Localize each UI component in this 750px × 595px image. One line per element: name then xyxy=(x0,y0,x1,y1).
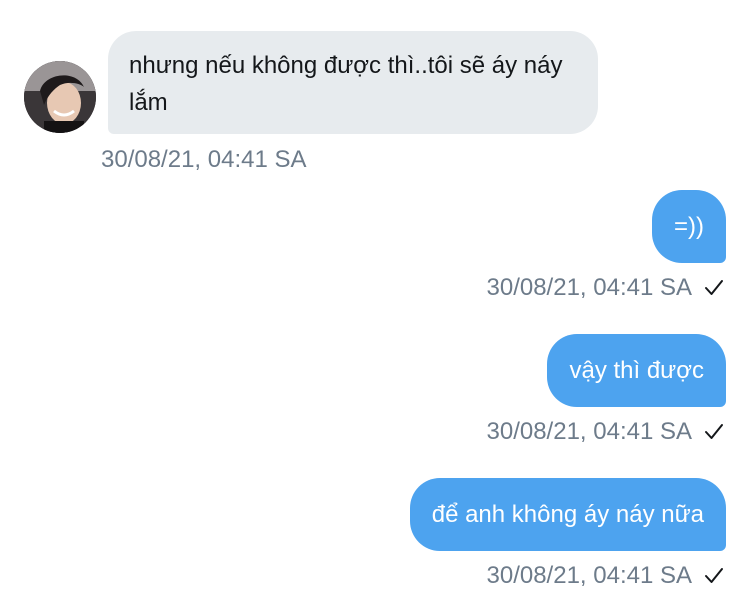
avatar-photo-icon xyxy=(24,61,96,133)
sender-avatar[interactable] xyxy=(24,61,96,133)
outgoing-message-text: để anh không áy náy nữa xyxy=(431,501,704,528)
outgoing-message-timestamp: 30/08/21, 04:41 SA xyxy=(486,562,693,589)
incoming-message-bubble[interactable]: nhưng nếu không được thì..tôi sẽ áy náy … xyxy=(108,31,598,134)
incoming-message-text: nhưng nếu không được thì..tôi sẽ áy náy … xyxy=(129,52,563,116)
incoming-message-timestamp: 30/08/21, 04:41 SA xyxy=(101,146,307,173)
outgoing-message-bubble[interactable]: để anh không áy náy nữa xyxy=(409,478,726,551)
check-icon xyxy=(705,568,723,583)
check-icon xyxy=(705,280,723,295)
outgoing-message-meta: 30/08/21, 04:41 SA xyxy=(487,561,725,591)
outgoing-message-text: vậy thì được xyxy=(569,357,704,384)
outgoing-message-meta: 30/08/21, 04:41 SA xyxy=(487,417,725,447)
outgoing-message-timestamp: 30/08/21, 04:41 SA xyxy=(486,274,693,301)
message-thread: nhưng nếu không được thì..tôi sẽ áy náy … xyxy=(0,0,750,595)
outgoing-message-meta: 30/08/21, 04:41 SA xyxy=(487,273,725,303)
outgoing-message-text: =)) xyxy=(674,213,704,240)
outgoing-message-bubble[interactable]: =)) xyxy=(652,190,726,263)
check-icon xyxy=(705,424,723,439)
outgoing-message-timestamp: 30/08/21, 04:41 SA xyxy=(486,418,693,445)
outgoing-message-bubble[interactable]: vậy thì được xyxy=(547,334,726,407)
